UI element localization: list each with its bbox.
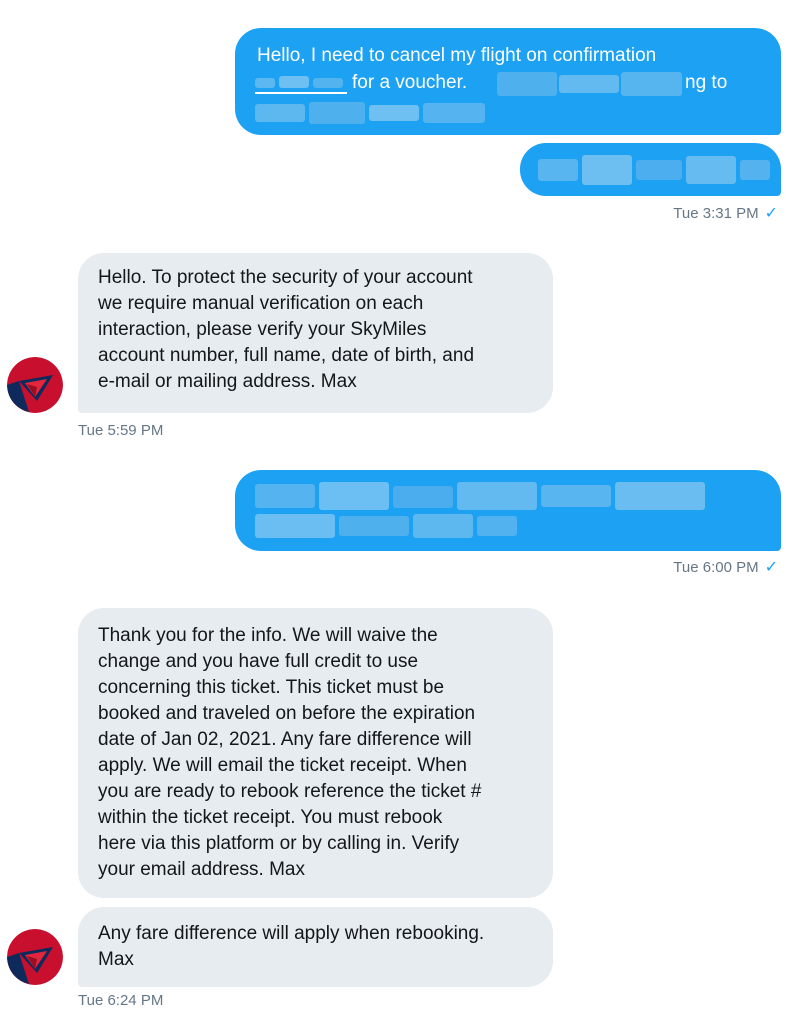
message-text-line: here via this platform or by calling in.…	[98, 833, 460, 854]
message-text-line: account number, full name, date of birth…	[98, 345, 475, 366]
outgoing-message-redacted[interactable]	[235, 470, 781, 551]
outgoing-message-redacted[interactable]	[520, 143, 781, 196]
message-text-line: interaction, please verify your SkyMiles	[98, 319, 427, 340]
message-text-line: you are ready to rebook reference the ti…	[98, 781, 482, 802]
message-text-line: for a voucher.	[352, 72, 468, 93]
redacted-text	[255, 482, 715, 540]
delta-logo-icon[interactable]	[7, 929, 63, 985]
message-text-line: booked and traveled on before the expira…	[98, 703, 476, 724]
message-timestamp: Tue 3:31 PM ✓	[673, 203, 778, 223]
read-check-icon: ✓	[764, 205, 778, 222]
message-text-line: we require manual verification on each	[98, 293, 424, 314]
message-text-line: Hello, I need to cancel my flight on con…	[257, 45, 657, 66]
redacted-confirmation	[255, 74, 347, 94]
message-text-line: concerning this ticket. This ticket must…	[98, 677, 445, 698]
redacted-text	[538, 155, 770, 185]
message-text-line: e-mail or mailing address. Max	[98, 371, 357, 392]
message-text-line: Thank you for the info. We will waive th…	[98, 625, 438, 646]
timestamp-text: Tue 6:00 PM	[673, 558, 759, 576]
outgoing-message[interactable]: Hello, I need to cancel my flight on con…	[235, 28, 781, 135]
delta-logo-icon[interactable]	[7, 357, 63, 413]
incoming-message[interactable]: Any fare difference will apply when rebo…	[78, 907, 553, 987]
timestamp-text: Tue 5:59 PM	[78, 422, 164, 439]
message-timestamp: Tue 5:59 PM	[78, 422, 163, 439]
message-text-line: date of Jan 02, 2021. Any fare differenc…	[98, 729, 472, 750]
message-text-line: your email address. Max	[98, 859, 305, 880]
timestamp-text: Tue 3:31 PM	[673, 204, 759, 222]
incoming-message[interactable]: Hello. To protect the security of your a…	[78, 253, 553, 413]
message-timestamp: Tue 6:00 PM ✓	[673, 557, 778, 577]
timestamp-text: Tue 6:24 PM	[78, 992, 164, 1009]
message-text-line: ng to	[685, 72, 728, 93]
redacted-text	[497, 72, 682, 96]
message-text-line: within the ticket receipt. You must rebo…	[98, 807, 443, 828]
incoming-message[interactable]: Thank you for the info. We will waive th…	[78, 608, 553, 898]
message-timestamp: Tue 6:24 PM	[78, 992, 163, 1009]
redacted-text	[255, 102, 485, 124]
message-text-line: apply. We will email the ticket receipt.…	[98, 755, 467, 776]
message-text-line: Max	[98, 949, 134, 970]
read-check-icon: ✓	[764, 559, 778, 576]
message-text-line: Hello. To protect the security of your a…	[98, 267, 473, 288]
message-text-line: change and you have full credit to use	[98, 651, 419, 672]
message-text-line: Any fare difference will apply when rebo…	[98, 923, 485, 944]
